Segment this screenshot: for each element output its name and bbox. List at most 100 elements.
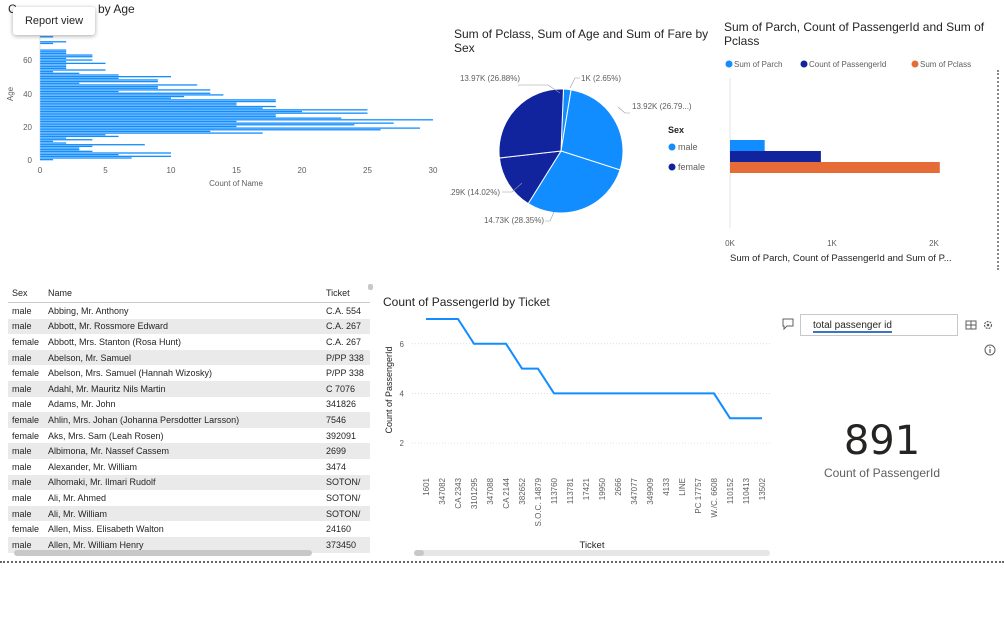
age-bar-chart[interactable]: 60 40 20 0 Age 0 5 10 15 20 25 30 Count of Nam…: [0, 18, 445, 193]
age-bar[interactable]: [40, 135, 119, 138]
age-bar[interactable]: [40, 97, 171, 99]
age-bar[interactable]: [40, 82, 80, 84]
age-bar[interactable]: [40, 85, 158, 88]
age-bar[interactable]: [40, 120, 237, 123]
age-bar[interactable]: [40, 154, 119, 156]
age-bar[interactable]: [40, 144, 145, 146]
age-bar[interactable]: [40, 95, 185, 98]
age-bar[interactable]: [40, 129, 381, 131]
age-bar[interactable]: [40, 51, 67, 53]
age-bar[interactable]: [40, 71, 54, 73]
age-bar[interactable]: [40, 107, 263, 109]
table-row[interactable]: female Ahlin, Mrs. Johan (Johanna Persdot…: [8, 412, 370, 428]
age-bar[interactable]: [40, 142, 67, 144]
table-row[interactable]: male Abelson, Mr. Samuel P/PP 338: [8, 349, 370, 366]
table-row[interactable]: male Adams, Mr. John 341826: [8, 397, 370, 413]
age-bar[interactable]: [40, 79, 158, 81]
age-bar[interactable]: [40, 150, 93, 152]
age-bar[interactable]: [40, 57, 67, 60]
age-bar[interactable]: [40, 115, 276, 118]
parch-bar[interactable]: [730, 151, 821, 162]
header-ticket[interactable]: Ticket: [326, 288, 370, 298]
age-bar[interactable]: [40, 77, 119, 79]
age-bar[interactable]: [40, 102, 237, 104]
table-row[interactable]: female Abbott, Mrs. Stanton (Rosa Hunt) C.…: [8, 334, 370, 350]
table-h-scrollbar[interactable]: [14, 550, 312, 556]
age-bar[interactable]: [40, 130, 211, 133]
age-bar[interactable]: [40, 94, 224, 96]
age-bar[interactable]: [40, 114, 276, 116]
age-bar[interactable]: [40, 157, 132, 159]
age-bar[interactable]: [40, 64, 67, 66]
header-sex[interactable]: Sex: [8, 288, 48, 298]
age-bar[interactable]: [40, 147, 80, 149]
parch-bar[interactable]: [730, 140, 765, 151]
bar-legend-item[interactable]: Sum of Pclass: [920, 60, 971, 69]
ticket-line-chart[interactable]: Count of PassengerId 6 4 2 1601 347082 CA 23…: [380, 310, 780, 555]
table-v-scrollbar[interactable]: [368, 284, 373, 290]
info-icon[interactable]: [984, 344, 996, 356]
age-bar[interactable]: [40, 41, 67, 43]
age-bar[interactable]: [40, 137, 67, 139]
age-bar[interactable]: [40, 49, 67, 51]
age-bar[interactable]: [40, 140, 54, 143]
parch-bar[interactable]: [730, 162, 940, 173]
age-bar[interactable]: [40, 72, 80, 74]
age-bar[interactable]: [40, 149, 80, 151]
pie-legend-item[interactable]: male: [678, 142, 698, 152]
age-bar[interactable]: [40, 134, 106, 136]
age-bar[interactable]: [40, 122, 394, 124]
age-bar[interactable]: [40, 100, 276, 103]
passenger-table[interactable]: Sex Name Ticket male Abbing, Mr. Anthony C…: [8, 283, 370, 553]
age-bar[interactable]: [40, 109, 368, 111]
table-row[interactable]: female Abelson, Mrs. Samuel (Hannah Wizos…: [8, 365, 370, 381]
table-row[interactable]: male Adahl, Mr. Mauritz Nils Martin C 7076: [8, 380, 370, 397]
header-name[interactable]: Name: [48, 288, 326, 298]
bar-legend-item[interactable]: Count of PassengerId: [809, 60, 886, 69]
age-bar[interactable]: [40, 110, 302, 113]
age-bar[interactable]: [40, 124, 355, 126]
table-row[interactable]: male Ali, Mr. William SOTON/: [8, 505, 370, 522]
qa-input[interactable]: total passenger id: [800, 314, 958, 336]
gear-icon[interactable]: [982, 319, 994, 331]
line-series[interactable]: [426, 318, 762, 420]
age-bar[interactable]: [40, 125, 237, 128]
table-row[interactable]: male Albimona, Mr. Nassef Cassem 2699: [8, 443, 370, 459]
pie-legend-item[interactable]: female: [678, 162, 705, 172]
table-row[interactable]: male Alhomaki, Mr. Ilmari Rudolf SOTON/: [8, 474, 370, 491]
age-bar[interactable]: [40, 92, 211, 94]
bar-legend-item[interactable]: Sum of Parch: [734, 60, 782, 69]
age-bar[interactable]: [40, 52, 67, 55]
age-bar[interactable]: [40, 87, 158, 89]
age-bar[interactable]: [40, 155, 171, 157]
age-bar[interactable]: [40, 56, 93, 58]
age-bar[interactable]: [40, 152, 171, 154]
age-bar[interactable]: [40, 67, 67, 69]
line-h-scrollbar[interactable]: [414, 550, 424, 556]
pie-slice[interactable]: [498, 88, 564, 159]
age-bar[interactable]: [40, 89, 211, 91]
age-bar[interactable]: [40, 145, 93, 148]
age-bar[interactable]: [40, 119, 433, 121]
age-bar[interactable]: [40, 69, 106, 71]
age-bar[interactable]: [40, 80, 158, 83]
age-bar[interactable]: [40, 139, 93, 141]
age-bar[interactable]: [40, 84, 198, 86]
table-row[interactable]: male Abbott, Mr. Rossmore Edward C.A. 267: [8, 318, 370, 335]
table-row[interactable]: male Abbing, Mr. Anthony C.A. 554: [8, 303, 370, 319]
age-bar[interactable]: [40, 104, 237, 106]
age-bar[interactable]: [40, 62, 106, 65]
pie-chart[interactable]: 13.97K (26.88%) 1K (2.65%) 13.92K (26.79…: [450, 65, 720, 235]
age-bar[interactable]: [40, 36, 54, 38]
table-row[interactable]: female Aks, Mrs. Sam (Leah Rosen) 392091: [8, 428, 370, 444]
age-bar[interactable]: [40, 54, 93, 56]
age-bar[interactable]: [40, 99, 276, 101]
table-row[interactable]: male Alexander, Mr. William 3474: [8, 459, 370, 475]
age-bar[interactable]: [40, 159, 54, 161]
age-bar[interactable]: [40, 117, 342, 119]
age-bar[interactable]: [40, 66, 67, 68]
age-bar[interactable]: [40, 127, 420, 129]
age-bar[interactable]: [40, 105, 276, 108]
convert-visual-icon[interactable]: [965, 319, 977, 331]
table-row[interactable]: male Ali, Mr. Ahmed SOTON/: [8, 490, 370, 506]
